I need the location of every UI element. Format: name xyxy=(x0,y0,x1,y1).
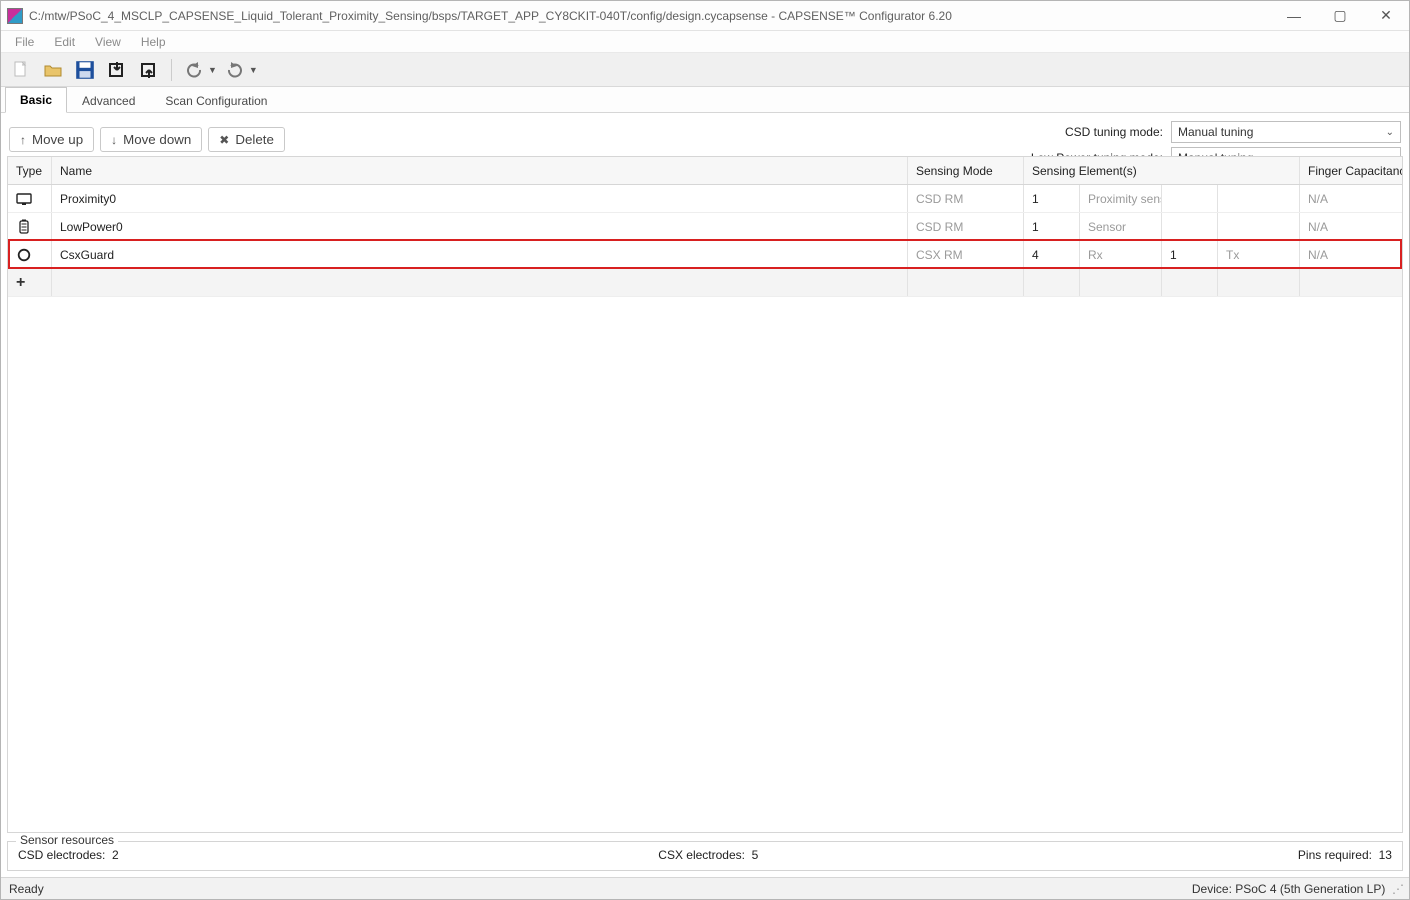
x-icon: ✖ xyxy=(219,133,229,147)
col-sensing-elements[interactable]: Sensing Element(s) xyxy=(1024,157,1300,184)
window-title: C:/mtw/PSoC_4_MSCLP_CAPSENSE_Liquid_Tole… xyxy=(29,9,1271,23)
new-file-icon[interactable] xyxy=(7,56,35,84)
undo-icon[interactable] xyxy=(180,56,208,84)
titlebar: C:/mtw/PSoC_4_MSCLP_CAPSENSE_Liquid_Tole… xyxy=(1,1,1409,31)
csd-electrodes: CSD electrodes: 2 xyxy=(18,848,119,862)
sensing-mode[interactable]: CSX RM xyxy=(908,241,1024,268)
app-icon xyxy=(7,8,23,24)
maximize-button[interactable]: ▢ xyxy=(1317,1,1363,30)
proximity-icon xyxy=(8,185,52,212)
resize-grip-icon[interactable]: ⋰ xyxy=(1392,882,1401,896)
finger-capacitance[interactable]: N/A xyxy=(1300,213,1402,240)
element-count-1[interactable]: 1 xyxy=(1024,185,1080,212)
main-tabstrip: Basic Advanced Scan Configuration xyxy=(1,87,1409,113)
sensing-mode[interactable]: CSD RM xyxy=(908,213,1024,240)
export-icon[interactable] xyxy=(135,56,163,84)
element-label-1: Sensor xyxy=(1080,213,1162,240)
menu-view[interactable]: View xyxy=(87,33,129,51)
arrow-down-icon: ↓ xyxy=(111,133,117,147)
button-icon xyxy=(8,241,52,268)
lowpower-icon xyxy=(8,213,52,240)
widget-name[interactable]: CsxGuard xyxy=(52,241,908,268)
table-row[interactable]: LowPower0CSD RM1Sensor N/A xyxy=(8,213,1402,241)
widgets-grid-header: Type Name Sensing Mode Sensing Element(s… xyxy=(8,157,1402,185)
content-area: CSD tuning mode: Manual tuning ⌄ Low Pow… xyxy=(1,113,1409,877)
delete-label: Delete xyxy=(235,132,274,147)
delete-button[interactable]: ✖ Delete xyxy=(208,127,285,152)
finger-capacitance[interactable]: N/A xyxy=(1300,241,1402,268)
element-count-2[interactable] xyxy=(1162,213,1218,240)
save-disk-icon[interactable] xyxy=(71,56,99,84)
menubar: File Edit View Help xyxy=(1,31,1409,53)
tab-basic[interactable]: Basic xyxy=(5,87,67,113)
move-up-button[interactable]: ↑ Move up xyxy=(9,127,94,152)
move-down-button[interactable]: ↓ Move down xyxy=(100,127,202,152)
status-left: Ready xyxy=(9,882,44,896)
element-count-2[interactable]: 1 xyxy=(1162,241,1218,268)
status-device: Device: PSoC 4 (5th Generation LP) xyxy=(1192,882,1385,896)
col-name[interactable]: Name xyxy=(52,157,908,184)
undo-dropdown-caret[interactable]: ▼ xyxy=(208,65,217,75)
widget-name[interactable]: LowPower0 xyxy=(52,213,908,240)
plus-icon[interactable]: + xyxy=(8,269,52,296)
table-row[interactable]: CsxGuardCSX RM4Rx1TxN/A xyxy=(8,241,1402,269)
element-label-2 xyxy=(1218,185,1300,212)
menu-edit[interactable]: Edit xyxy=(46,33,83,51)
close-button[interactable]: ✕ xyxy=(1363,1,1409,30)
element-label-1: Proximity sensor xyxy=(1080,185,1162,212)
finger-capacitance[interactable]: N/A xyxy=(1300,185,1402,212)
arrow-up-icon: ↑ xyxy=(20,133,26,147)
import-icon[interactable] xyxy=(103,56,131,84)
move-up-label: Move up xyxy=(32,132,83,147)
toolbar-separator xyxy=(171,59,172,81)
redo-icon[interactable] xyxy=(221,56,249,84)
col-sensing-mode[interactable]: Sensing Mode xyxy=(908,157,1024,184)
widgets-grid-body: Proximity0CSD RM1Proximity sensorN/ALowP… xyxy=(8,185,1402,832)
pins-required: Pins required: 13 xyxy=(1298,848,1392,862)
widget-name[interactable]: Proximity0 xyxy=(52,185,908,212)
app-window: C:/mtw/PSoC_4_MSCLP_CAPSENSE_Liquid_Tole… xyxy=(0,0,1410,900)
col-type[interactable]: Type xyxy=(8,157,52,184)
menu-file[interactable]: File xyxy=(7,33,42,51)
element-label-2 xyxy=(1218,213,1300,240)
add-widget-row[interactable]: + xyxy=(8,269,1402,297)
col-finger-capacitance[interactable]: Finger Capacitance xyxy=(1300,157,1402,184)
widgets-grid: Type Name Sensing Mode Sensing Element(s… xyxy=(7,156,1403,833)
element-label-1: Rx xyxy=(1080,241,1162,268)
tab-advanced[interactable]: Advanced xyxy=(67,88,150,113)
sensing-mode[interactable]: CSD RM xyxy=(908,185,1024,212)
move-down-label: Move down xyxy=(123,132,191,147)
csx-electrodes: CSX electrodes: 5 xyxy=(658,848,758,862)
element-label-2: Tx xyxy=(1218,241,1300,268)
element-count-2[interactable] xyxy=(1162,185,1218,212)
open-folder-icon[interactable] xyxy=(39,56,67,84)
minimize-button[interactable]: — xyxy=(1271,1,1317,30)
toolbar: ▼ ▼ xyxy=(1,53,1409,87)
sensor-resources-panel: Sensor resources CSD electrodes: 2 CSX e… xyxy=(7,841,1403,871)
redo-dropdown-caret[interactable]: ▼ xyxy=(249,65,258,75)
tab-scan-configuration[interactable]: Scan Configuration xyxy=(150,88,282,113)
element-count-1[interactable]: 4 xyxy=(1024,241,1080,268)
menu-help[interactable]: Help xyxy=(133,33,174,51)
sensor-resources-legend: Sensor resources xyxy=(16,833,118,847)
table-row[interactable]: Proximity0CSD RM1Proximity sensor N/A xyxy=(8,185,1402,213)
element-count-1[interactable]: 1 xyxy=(1024,213,1080,240)
statusbar: Ready Device: PSoC 4 (5th Generation LP)… xyxy=(1,877,1409,899)
